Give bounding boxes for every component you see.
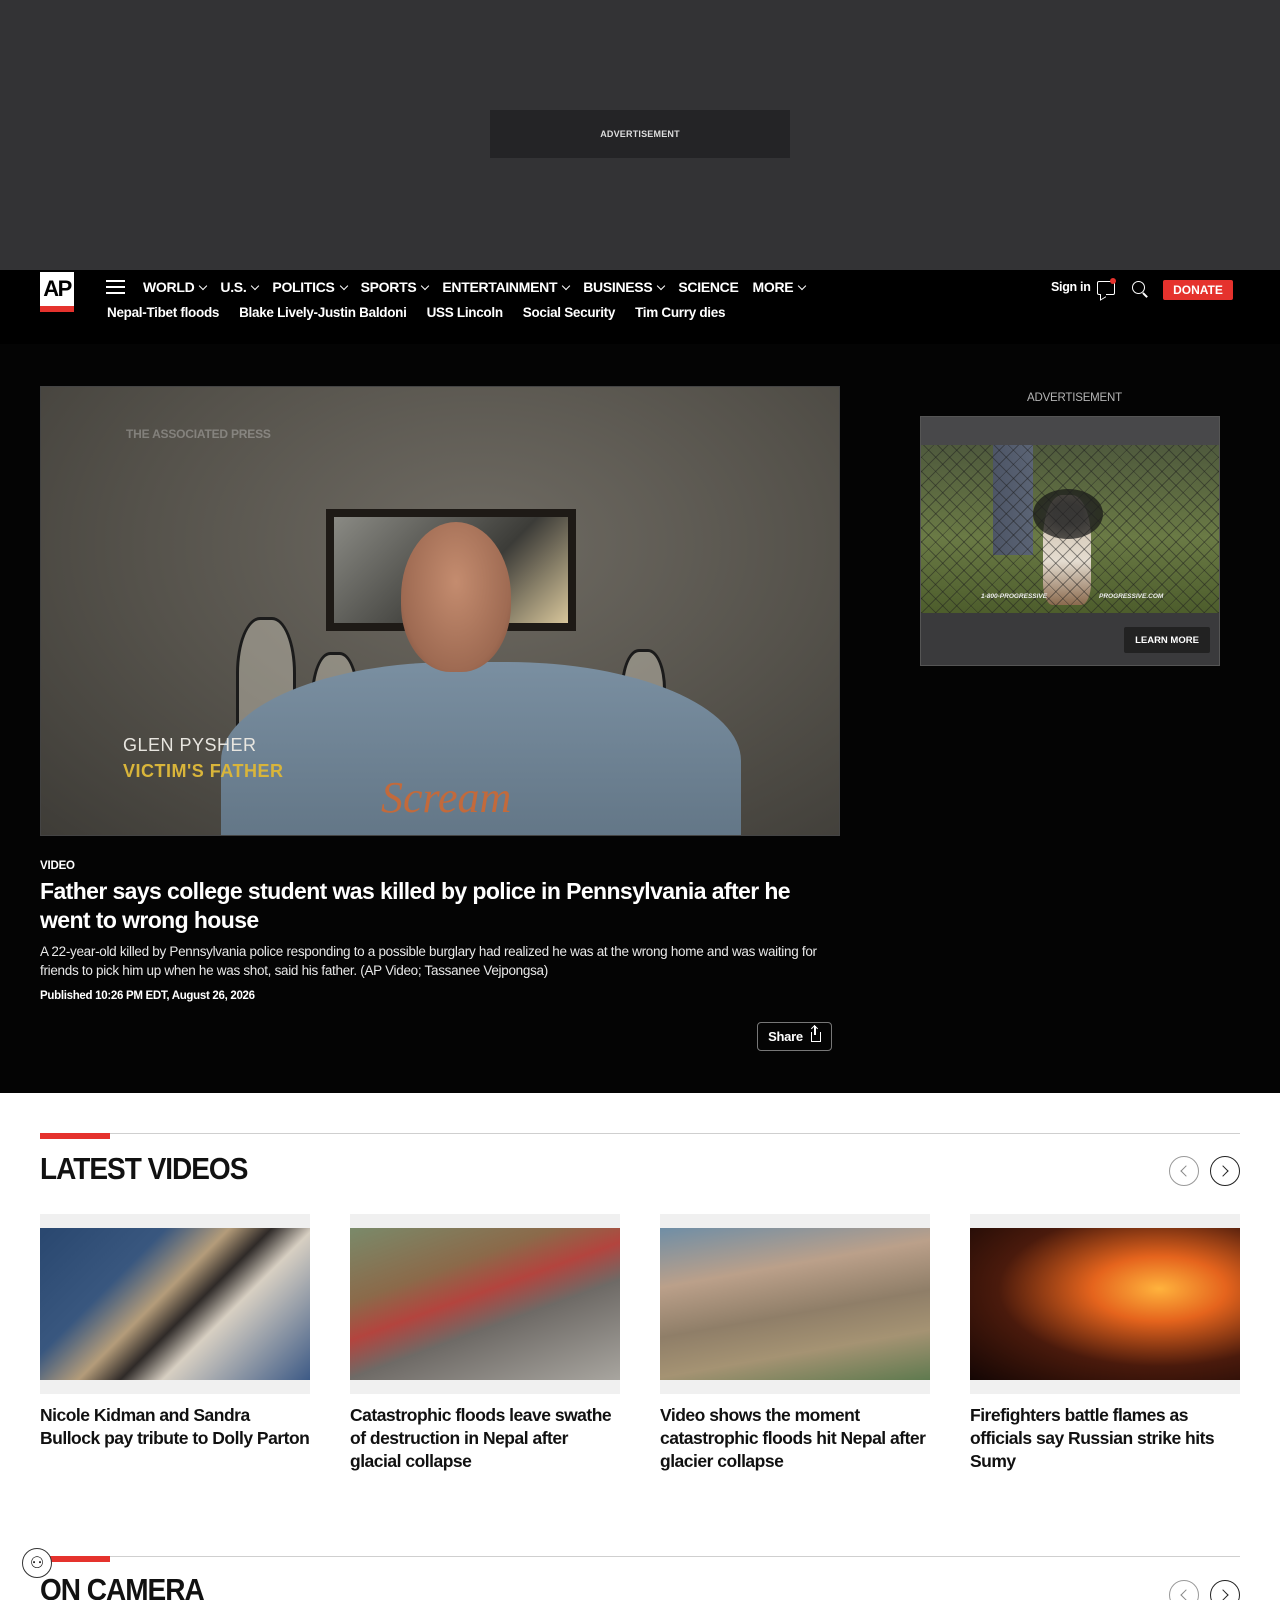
section-accent-bar xyxy=(40,1133,110,1139)
hero-video-player[interactable]: THE ASSOCIATED PRESS Scream GLEN PYSHER … xyxy=(40,386,840,836)
top-ad-band: ADVERTISEMENT xyxy=(0,0,1280,270)
video-card[interactable]: Nicole Kidman and Sandra Bullock pay tri… xyxy=(40,1214,310,1473)
video-person-head xyxy=(401,522,511,672)
learn-more-button[interactable]: LEARN MORE xyxy=(1124,627,1210,653)
video-thumbnail-frame xyxy=(40,1214,310,1394)
nav-item-politics[interactable]: POLITICS xyxy=(272,276,348,298)
video-card-title[interactable]: Catastrophic floods leave swathe of dest… xyxy=(350,1404,620,1473)
chevron-down-icon xyxy=(657,281,666,290)
top-ad-label[interactable]: ADVERTISEMENT xyxy=(490,110,790,158)
video-thumbnail-frame xyxy=(660,1214,930,1394)
nav-item-us[interactable]: U.S. xyxy=(220,276,260,298)
video-card[interactable]: Firefighters battle flames as officials … xyxy=(970,1214,1240,1473)
nav-item-entertainment[interactable]: ENTERTAINMENT xyxy=(442,276,571,298)
nav-item-sports[interactable]: SPORTS xyxy=(360,276,430,298)
latest-videos-list: Nicole Kidman and Sandra Bullock pay tri… xyxy=(40,1214,1240,1473)
chevron-left-icon xyxy=(1180,1165,1192,1177)
carousel-prev-button[interactable] xyxy=(1169,1156,1199,1186)
sign-in-link[interactable]: Sign in xyxy=(1051,280,1091,294)
nav-label: BUSINESS xyxy=(583,279,653,295)
carousel-next-button[interactable] xyxy=(1210,1580,1240,1600)
side-ad-label: ADVERTISEMENT xyxy=(1027,392,1122,404)
chevron-right-icon xyxy=(1217,1589,1229,1600)
site-header: AP WORLD U.S. POLITICS SPORTS ENTERTAINM… xyxy=(0,270,1280,344)
video-card-title[interactable]: Firefighters battle flames as officials … xyxy=(970,1404,1240,1473)
accessibility-icon[interactable]: ⚇ xyxy=(22,1548,52,1578)
chevron-down-icon xyxy=(421,281,430,290)
chevron-down-icon xyxy=(199,281,208,290)
video-thumbnail-frame xyxy=(350,1214,620,1394)
nav-label: U.S. xyxy=(220,279,247,295)
ap-logo[interactable]: AP xyxy=(40,272,74,312)
trending-topics: Nepal-Tibet floods Blake Lively-Justin B… xyxy=(107,305,745,320)
trending-link[interactable]: Nepal-Tibet floods xyxy=(107,305,219,320)
hero-summary: A 22-year-old killed by Pennsylvania pol… xyxy=(40,944,817,978)
video-watermark: THE ASSOCIATED PRESS xyxy=(126,427,271,441)
chevron-down-icon xyxy=(251,281,260,290)
hero-kicker: VIDEO xyxy=(40,860,75,872)
video-thumbnail[interactable] xyxy=(350,1228,620,1380)
latest-videos-title: LATEST VIDEOS xyxy=(40,1152,248,1186)
trending-link[interactable]: USS Lincoln xyxy=(427,305,504,320)
video-lower-third-role: VICTIM'S FATHER xyxy=(123,761,284,781)
nav-label: SPORTS xyxy=(360,279,417,295)
search-icon[interactable] xyxy=(1132,281,1145,294)
nav-item-world[interactable]: WORLD xyxy=(143,276,208,298)
video-thumbnail[interactable] xyxy=(660,1228,930,1380)
chevron-down-icon xyxy=(798,281,807,290)
chevron-down-icon xyxy=(339,281,348,290)
hero-headline[interactable]: Father says college student was killed b… xyxy=(40,877,840,935)
video-card[interactable]: Video shows the moment catastrophic floo… xyxy=(660,1214,930,1473)
chevron-left-icon xyxy=(1180,1589,1192,1600)
notification-dot xyxy=(1110,278,1116,284)
video-card-title[interactable]: Nicole Kidman and Sandra Bullock pay tri… xyxy=(40,1404,310,1450)
video-lower-third-name: GLEN PYSHER xyxy=(123,735,257,755)
nav-label: POLITICS xyxy=(272,279,335,295)
share-button[interactable]: Share xyxy=(757,1022,832,1051)
trending-link[interactable]: Tim Curry dies xyxy=(635,305,725,320)
share-icon xyxy=(810,1025,821,1042)
video-thumbnail-frame xyxy=(970,1214,1240,1394)
video-thumbnail[interactable] xyxy=(970,1228,1240,1380)
video-card-title[interactable]: Video shows the moment catastrophic floo… xyxy=(660,1404,930,1473)
main-nav: WORLD U.S. POLITICS SPORTS ENTERTAINMENT… xyxy=(143,276,819,298)
trending-link[interactable]: Blake Lively-Justin Baldoni xyxy=(239,305,407,320)
nav-label: WORLD xyxy=(143,279,195,295)
ad-phone: 1-800-PROGRESSIVE xyxy=(981,593,1048,600)
nav-label: SCIENCE xyxy=(678,279,739,295)
on-camera-title: ON CAMERA xyxy=(40,1573,205,1600)
section-divider xyxy=(40,1133,1240,1134)
nav-item-more[interactable]: MORE xyxy=(752,276,807,298)
logo-accent-bar xyxy=(40,306,74,312)
ad-image-fence xyxy=(921,445,1219,613)
nav-label: ENTERTAINMENT xyxy=(442,279,558,295)
video-card[interactable]: Catastrophic floods leave swathe of dest… xyxy=(350,1214,620,1473)
video-shirt-text: Scream xyxy=(381,773,512,822)
hero-published-time: Published 10:26 PM EDT, August 26, 2026 xyxy=(40,990,255,1002)
nav-item-science[interactable]: SCIENCE xyxy=(678,276,738,298)
logo-text: AP xyxy=(43,276,72,301)
video-thumbnail[interactable] xyxy=(40,1228,310,1380)
trending-link[interactable]: Social Security xyxy=(523,305,616,320)
ad-top-strip xyxy=(921,417,1219,445)
nav-item-business[interactable]: BUSINESS xyxy=(583,276,666,298)
section-divider xyxy=(40,1556,1240,1557)
hamburger-menu-icon[interactable] xyxy=(106,280,125,294)
nav-label: MORE xyxy=(752,279,794,295)
ad-site: PROGRESSIVE.COM xyxy=(1099,593,1164,600)
hero-section: THE ASSOCIATED PRESS Scream GLEN PYSHER … xyxy=(0,344,1280,1093)
chevron-down-icon xyxy=(561,281,571,290)
donate-button[interactable]: DONATE xyxy=(1163,280,1233,300)
share-label: Share xyxy=(768,1029,803,1044)
side-advertisement[interactable]: 1-800-PROGRESSIVE PROGRESSIVE.COM LEARN … xyxy=(920,416,1220,666)
carousel-next-button[interactable] xyxy=(1210,1156,1240,1186)
carousel-prev-button[interactable] xyxy=(1169,1580,1199,1600)
chevron-right-icon xyxy=(1217,1165,1229,1177)
